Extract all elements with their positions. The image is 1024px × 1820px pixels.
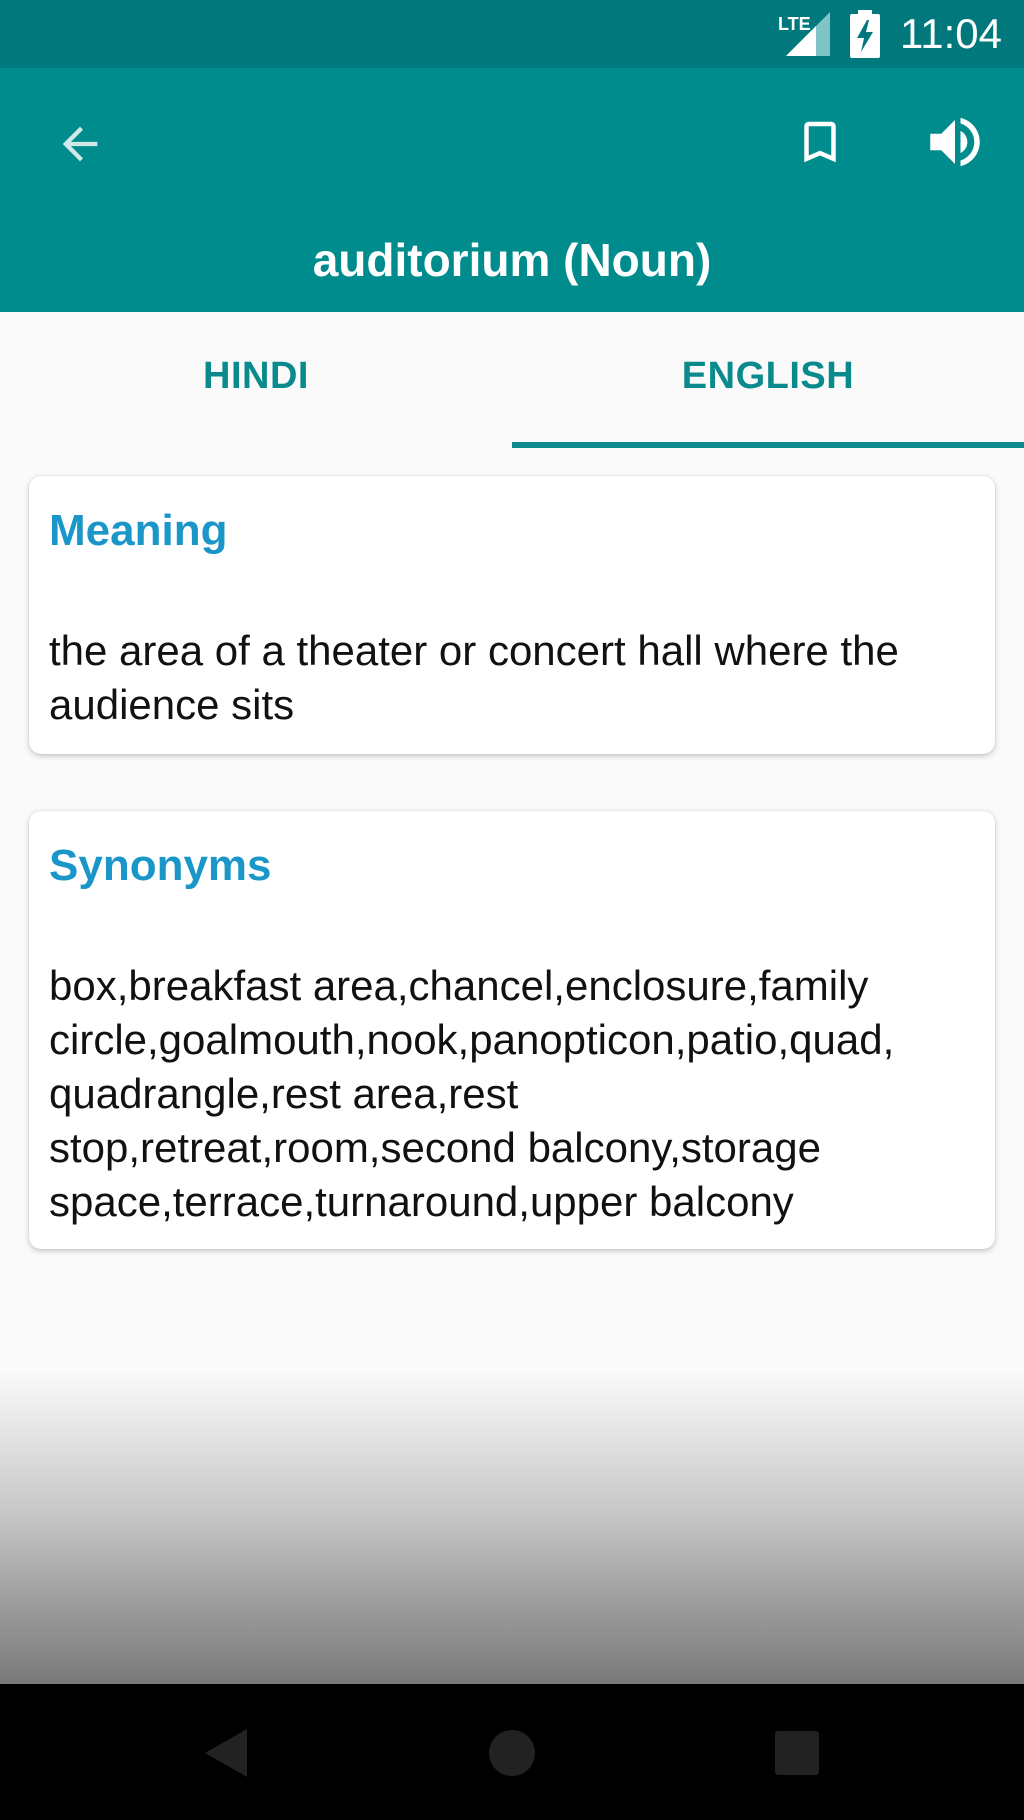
tab-bar: HINDI ENGLISH <box>0 312 1024 448</box>
bottom-fade-overlay <box>0 1370 1024 1684</box>
nav-recents-icon <box>775 1731 819 1775</box>
meaning-heading: Meaning <box>49 506 228 555</box>
tab-english[interactable]: ENGLISH <box>512 312 1024 448</box>
bookmark-button[interactable] <box>778 100 862 184</box>
navigation-bar <box>0 1684 1024 1820</box>
meaning-text: the area of a theater or concert hall wh… <box>49 627 899 728</box>
network-type-label: LTE <box>778 14 811 34</box>
nav-home-icon <box>489 1730 535 1776</box>
synonyms-card: Synonyms box,breakfast area,chancel,encl… <box>29 811 995 1249</box>
bookmark-icon <box>804 121 836 163</box>
meaning-card: Meaning the area of a theater or concert… <box>29 476 995 754</box>
synonyms-heading: Synonyms <box>49 841 272 890</box>
lte-signal-icon: LTE <box>778 12 830 56</box>
battery-charging-icon <box>850 10 880 58</box>
speaker-icon <box>930 117 980 167</box>
synonyms-text: box,breakfast area,chancel,enclosure,fam… <box>49 962 895 1225</box>
tab-hindi[interactable]: HINDI <box>0 312 512 448</box>
nav-home-button[interactable] <box>477 1718 547 1788</box>
selected-tab-indicator <box>512 442 1024 448</box>
nav-back-icon <box>205 1729 247 1777</box>
back-button[interactable] <box>38 102 122 186</box>
speaker-button[interactable] <box>910 100 1000 184</box>
nav-back-button[interactable] <box>190 1718 260 1788</box>
app-bar: auditorium (Noun) <box>0 68 1024 312</box>
back-arrow-icon <box>62 126 98 162</box>
page-title: auditorium (Noun) <box>312 234 712 286</box>
nav-recents-button[interactable] <box>762 1718 832 1788</box>
status-bar: LTE 11:04 <box>0 0 1024 68</box>
status-time: 11:04 <box>900 10 1002 57</box>
